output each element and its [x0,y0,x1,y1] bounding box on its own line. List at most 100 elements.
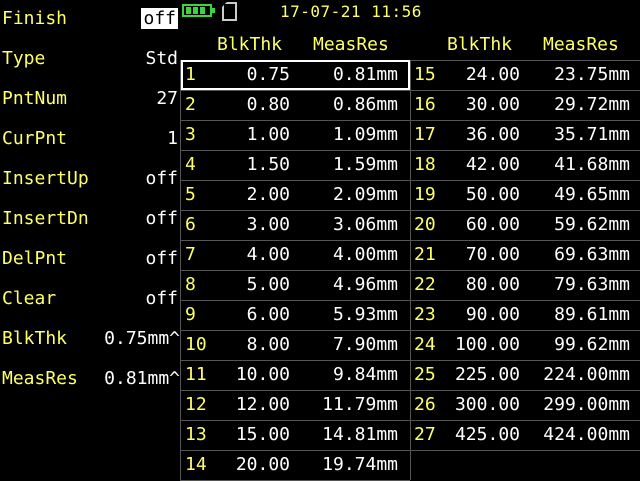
block-thickness: 0.75 [246,64,290,85]
table-row[interactable]: 19 50.00 49.65mm [410,180,640,210]
battery-cell [186,7,191,14]
menu-value-measres[interactable]: 0.81mm^ [104,368,180,389]
table-row[interactable]: 16 30.00 29.72mm [410,90,640,120]
measured-result: 424.00mm [543,424,630,445]
table-row[interactable]: 22 80.00 79.63mm [410,270,640,300]
menu-label-measres[interactable]: MeasRes [2,368,78,389]
table-row[interactable]: 26 300.00 299.00mm [410,390,640,420]
block-thickness: 36.00 [465,124,520,145]
block-thickness: 70.00 [465,244,520,265]
table-row[interactable]: 6 3.00 3.06mm [181,210,410,240]
table-row[interactable]: 23 90.00 89.61mm [410,300,640,330]
menu-label-delpnt[interactable]: DelPnt [2,248,67,269]
block-thickness: 3.00 [246,214,290,235]
menu-value-curpnt[interactable]: 1 [167,128,178,149]
point-index: 27 [414,424,436,445]
measured-result: 23.75mm [554,64,630,85]
measured-result: 1.59mm [332,154,398,175]
point-index: 22 [414,274,436,295]
table-row[interactable]: 1 0.75 0.81mm [181,60,410,90]
table-row[interactable]: 11 10.00 9.84mm [181,360,410,390]
menu-value-insertup[interactable]: off [145,168,178,189]
measured-result: 3.06mm [332,214,398,235]
table-row[interactable]: 24 100.00 99.62mm [410,330,640,360]
block-thickness: 20.00 [235,454,290,475]
block-thickness: 12.00 [235,394,290,415]
menu-value-blkthk[interactable]: 0.75mm^ [104,328,180,349]
table-row[interactable]: 15 24.00 23.75mm [410,60,640,90]
table-row[interactable]: 27 425.00 424.00mm [410,420,640,450]
table-row[interactable]: 25 225.00 224.00mm [410,360,640,390]
measured-result: 299.00mm [543,394,630,415]
block-thickness: 60.00 [465,214,520,235]
point-index: 3 [185,124,196,145]
block-thickness: 24.00 [465,64,520,85]
measured-result: 2.09mm [332,184,398,205]
battery-icon [182,4,215,17]
menu-label-pntnum[interactable]: PntNum [2,88,67,109]
menu-value-delpnt[interactable]: off [145,248,178,269]
measured-result: 11.79mm [322,394,398,415]
measured-result: 89.61mm [554,304,630,325]
menu-label-blkthk[interactable]: BlkThk [2,328,67,349]
block-thickness: 0.80 [246,94,290,115]
menu-value-clear[interactable]: off [145,288,178,309]
table-row[interactable]: 4 1.50 1.59mm [181,150,410,180]
table-row[interactable]: 2 0.80 0.86mm [181,90,410,120]
menu-label-clear[interactable]: Clear [2,288,56,309]
table-row[interactable]: 12 12.00 11.79mm [181,390,410,420]
block-thickness: 4.00 [246,244,290,265]
table-row[interactable]: 14 20.00 19.74mm [181,450,410,480]
point-index: 13 [185,424,207,445]
menu-value-finish[interactable]: off [141,8,178,29]
measured-result: 7.90mm [332,334,398,355]
block-thickness: 100.00 [454,334,520,355]
measured-result: 1.09mm [332,124,398,145]
block-thickness: 225.00 [454,364,520,385]
menu-label-insertdn[interactable]: InsertDn [2,208,89,229]
datetime: 17-07-21 11:56 [280,2,422,21]
menu-label-type[interactable]: Type [2,48,45,69]
point-index: 7 [185,244,196,265]
point-index: 4 [185,154,196,175]
table-row[interactable]: 8 5.00 4.96mm [181,270,410,300]
table-row[interactable]: 5 2.00 2.09mm [181,180,410,210]
block-thickness: 42.00 [465,154,520,175]
point-index: 19 [414,184,436,205]
block-thickness: 15.00 [235,424,290,445]
menu-label-insertup[interactable]: InsertUp [2,168,89,189]
point-index: 8 [185,274,196,295]
menu-label-curpnt[interactable]: CurPnt [2,128,67,149]
menu-value-type[interactable]: Std [145,48,178,69]
menu-value-insertdn[interactable]: off [145,208,178,229]
table-row[interactable]: 10 8.00 7.90mm [181,330,410,360]
table-row[interactable]: 9 6.00 5.93mm [181,300,410,330]
block-thickness: 1.50 [246,154,290,175]
point-index: 6 [185,214,196,235]
status-bar: 17-07-21 11:56 [182,0,640,26]
col-header-blkthk-left: BlkThk [217,34,283,55]
point-index: 23 [414,304,436,325]
block-thickness: 425.00 [454,424,520,445]
table-row[interactable]: 17 36.00 35.71mm [410,120,640,150]
table-row[interactable]: 21 70.00 69.63mm [410,240,640,270]
point-index: 18 [414,154,436,175]
col-header-measres-left: MeasRes [313,34,389,55]
point-index: 11 [185,364,207,385]
table-row[interactable]: 20 60.00 59.62mm [410,210,640,240]
table-row[interactable]: 3 1.00 1.09mm [181,120,410,150]
menu-label-finish[interactable]: Finish [2,8,67,29]
block-thickness: 2.00 [246,184,290,205]
measured-result: 29.72mm [554,94,630,115]
menu-value-pntnum[interactable]: 27 [156,88,178,109]
point-index: 12 [185,394,207,415]
block-thickness: 8.00 [246,334,290,355]
table-row[interactable]: 7 4.00 4.00mm [181,240,410,270]
measured-result: 99.62mm [554,334,630,355]
table-row[interactable]: 13 15.00 14.81mm [181,420,410,450]
point-index: 26 [414,394,436,415]
table-row[interactable]: 18 42.00 41.68mm [410,150,640,180]
measured-result: 0.81mm [332,64,398,85]
block-thickness: 30.00 [465,94,520,115]
point-index: 16 [414,94,436,115]
